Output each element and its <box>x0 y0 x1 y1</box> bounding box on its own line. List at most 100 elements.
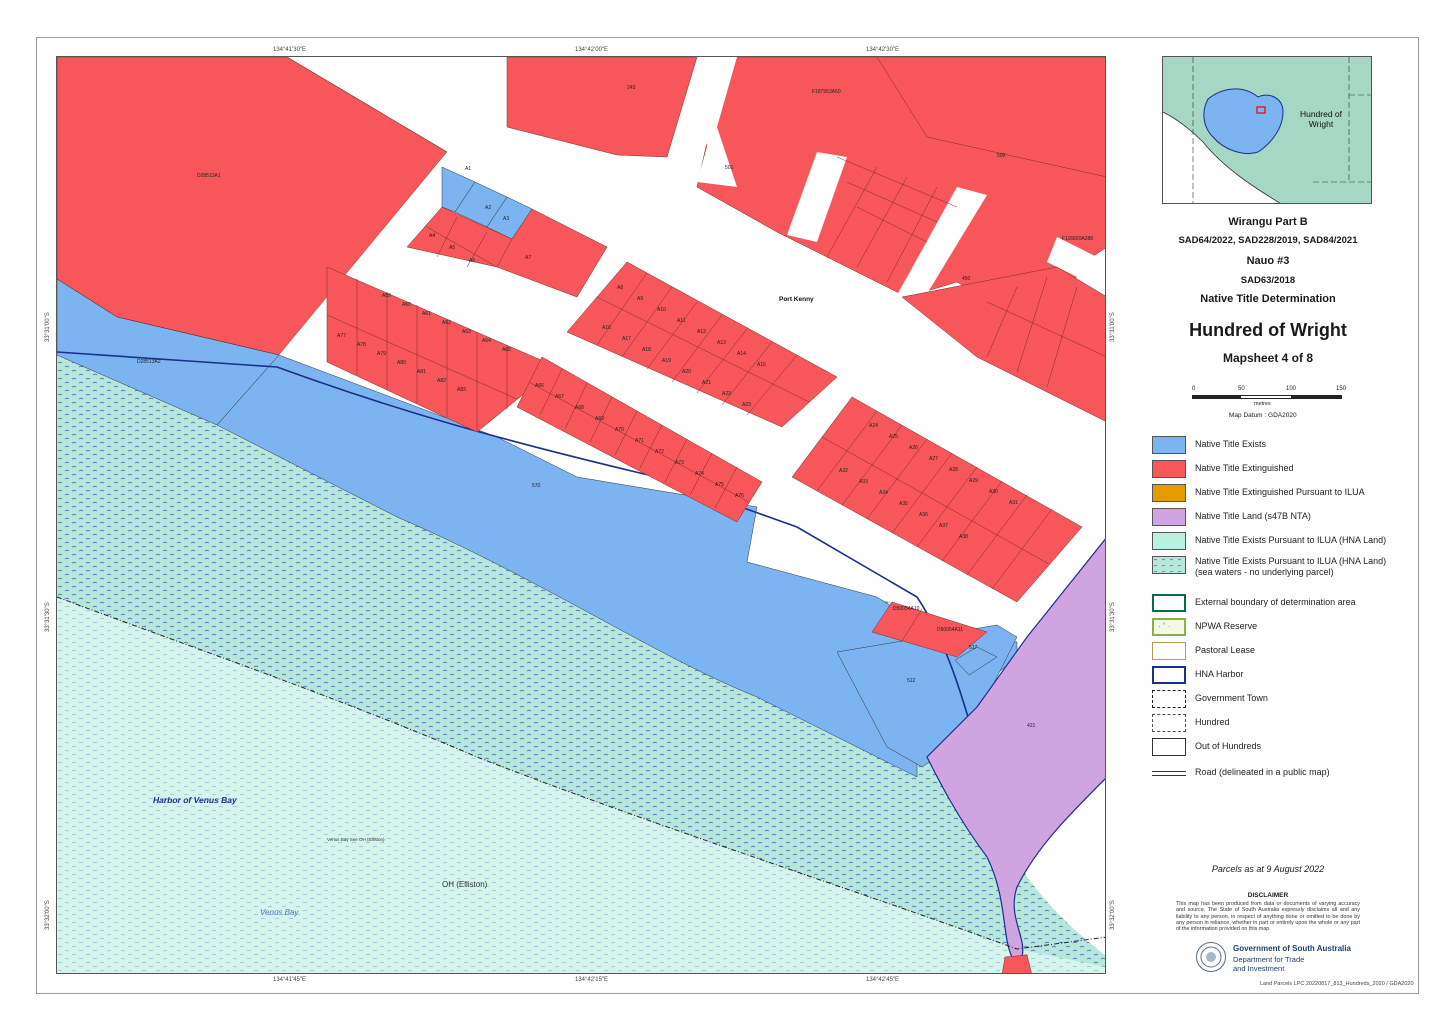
block2-label-a8: A8 <box>617 285 623 291</box>
block1-label-a80: A80 <box>397 360 406 366</box>
block4-label-a30: A30 <box>989 489 998 495</box>
legend-swatch <box>1152 594 1186 612</box>
block2-label-a22: A22 <box>722 391 731 397</box>
block1-label-a60: A60 <box>402 302 411 308</box>
gov-name: Government of South Australia <box>1233 944 1351 953</box>
label-500: 500 <box>997 153 1006 159</box>
block4-label-a36: A36 <box>919 512 928 518</box>
legend-swatch <box>1152 556 1186 574</box>
block1-label-a65: A65 <box>502 347 511 353</box>
grid-label-right-1: 33°31'00"S <box>1110 312 1116 342</box>
block3-label-a71: A71 <box>635 438 644 444</box>
block3-label-a68: A68 <box>575 405 584 411</box>
legend-out-of-hundreds: Out of Hundreds <box>1152 738 1412 760</box>
location-map-label: Hundred of Wright <box>1299 109 1343 129</box>
label-450: 450 <box>962 276 971 282</box>
block2-label-a9: A9 <box>637 296 643 302</box>
block4-label-a27: A27 <box>929 456 938 462</box>
title-line-2: SAD64/2022, SAD228/2019, SAD84/2021 <box>1178 235 1358 246</box>
block1-label-a59: A59 <box>382 293 391 299</box>
legend-swatch <box>1152 666 1186 684</box>
block1-label-a63: A63 <box>462 329 471 335</box>
location-map[interactable]: Hundred of Wright <box>1162 56 1372 204</box>
block1-label-a81: A81 <box>417 369 426 375</box>
label-oh-elliston: OH (Elliston) <box>442 880 488 889</box>
grid-label-right-2: 33°31'30"S <box>1110 602 1116 632</box>
title-line-5: Native Title Determination <box>1200 293 1336 305</box>
legend-label: Road (delineated in a public map) <box>1195 767 1330 777</box>
legend-swatch <box>1152 436 1186 454</box>
label-517: 517 <box>969 645 978 651</box>
legend-road: Road (delineated in a public map) <box>1152 766 1412 788</box>
main-map[interactable]: D28513A1 D28513A2 243 F187953A50 500 501… <box>56 56 1106 974</box>
legend-swatch <box>1152 714 1186 732</box>
place-port-kenny: Port Kenny <box>779 296 814 303</box>
block3-label-a70: A70 <box>615 427 624 433</box>
legend-label: Out of Hundreds <box>1195 741 1262 751</box>
block1-label-a82: A82 <box>437 378 446 384</box>
legend-label: Pastoral Lease <box>1195 645 1256 655</box>
grid-label-top-3: 134°42'30"E <box>866 47 900 53</box>
block4-label-a24: A24 <box>869 423 878 429</box>
label-243: 243 <box>627 85 636 91</box>
block4-label-a25: A25 <box>889 434 898 440</box>
legend-swatch <box>1152 508 1186 526</box>
scale-unit: metres <box>1254 401 1271 407</box>
block2-label-a17: A17 <box>622 336 631 342</box>
disclaimer-title: DISCLAIMER <box>1247 892 1289 899</box>
block4-label-a32: A32 <box>839 468 848 474</box>
legend-hundred: Hundred <box>1152 714 1412 736</box>
block2-label-a15: A15 <box>757 362 766 368</box>
legend-label: Native Title Extinguished Pursuant to IL… <box>1195 487 1365 497</box>
label-a4: A4 <box>429 233 435 239</box>
block3-label-a75: A75 <box>715 482 724 488</box>
block4-label-a37: A37 <box>939 523 948 529</box>
grid-label-left-1: 33°31'00"S <box>45 312 51 342</box>
legend-swatch <box>1152 460 1186 478</box>
parcel-bottom-red <box>1002 954 1032 973</box>
disclaimer-text: This map has been produced from data or … <box>1176 901 1360 933</box>
grid-label-top-2: 134°42'00"E <box>575 47 609 53</box>
legend-native-title-exists: Native Title Exists <box>1152 436 1412 458</box>
block3-label-a67: A67 <box>555 394 564 400</box>
block2-label-a19: A19 <box>662 358 671 364</box>
legend-native-title-land: Native Title Land (s47B NTA) <box>1152 508 1412 530</box>
block2-label-a14: A14 <box>737 351 746 357</box>
legend-label: External boundary of determination area <box>1195 597 1356 607</box>
block4-label-a29: A29 <box>969 478 978 484</box>
grid-label-bottom-3: 134°42'45"E <box>866 977 900 983</box>
block2-label-a10: A10 <box>657 307 666 313</box>
legend-external-boundary: External boundary of determination area <box>1152 594 1412 616</box>
legend-swatch <box>1152 484 1186 502</box>
legend-swatch <box>1152 738 1186 756</box>
legend-label: Native Title Exists Pursuant to ILUA (HN… <box>1195 556 1387 577</box>
label-d50054a11: D50054A11 <box>937 627 963 633</box>
scale-tick-100: 100 <box>1286 386 1297 392</box>
main-title: Hundred of Wright <box>1189 320 1347 340</box>
label-d28513a1: D28513A1 <box>197 173 221 179</box>
label-venus-bay: Venus Bay <box>260 908 299 917</box>
grid-label-right-3: 33°32'00"S <box>1110 900 1116 930</box>
legend-swatch: · ˚ · <box>1152 618 1186 636</box>
block4-label-a31: A31 <box>1009 500 1018 506</box>
block3-label-a74: A74 <box>695 471 704 477</box>
label-a3: A3 <box>503 216 509 222</box>
block1-label-a61: A61 <box>422 311 431 317</box>
legend-label: Native Title Extinguished <box>1195 463 1294 473</box>
block3-label-a72: A72 <box>655 449 664 455</box>
label-501: 501 <box>725 165 734 171</box>
block2-label-a11: A11 <box>677 318 686 324</box>
legend-extinguished-ilua: Native Title Extinguished Pursuant to IL… <box>1152 484 1412 506</box>
legend-exists-ilua-sea: Native Title Exists Pursuant to ILUA (HN… <box>1152 556 1412 582</box>
block3-label-a76: A76 <box>735 493 744 499</box>
label-f187953a50: F187953A50 <box>812 89 841 95</box>
block2-label-a12: A12 <box>697 329 706 335</box>
legend-label: HNA Harbor <box>1195 669 1244 679</box>
grid-label-bottom-2: 134°42'15"E <box>575 977 609 983</box>
block3-label-a73: A73 <box>675 460 684 466</box>
legend-label: Native Title Exists <box>1195 439 1267 449</box>
label-a1: A1 <box>465 166 471 172</box>
legend-exists-ilua: Native Title Exists Pursuant to ILUA (HN… <box>1152 532 1412 554</box>
block2-label-a18: A18 <box>642 347 651 353</box>
scale-tick-0: 0 <box>1192 386 1196 392</box>
